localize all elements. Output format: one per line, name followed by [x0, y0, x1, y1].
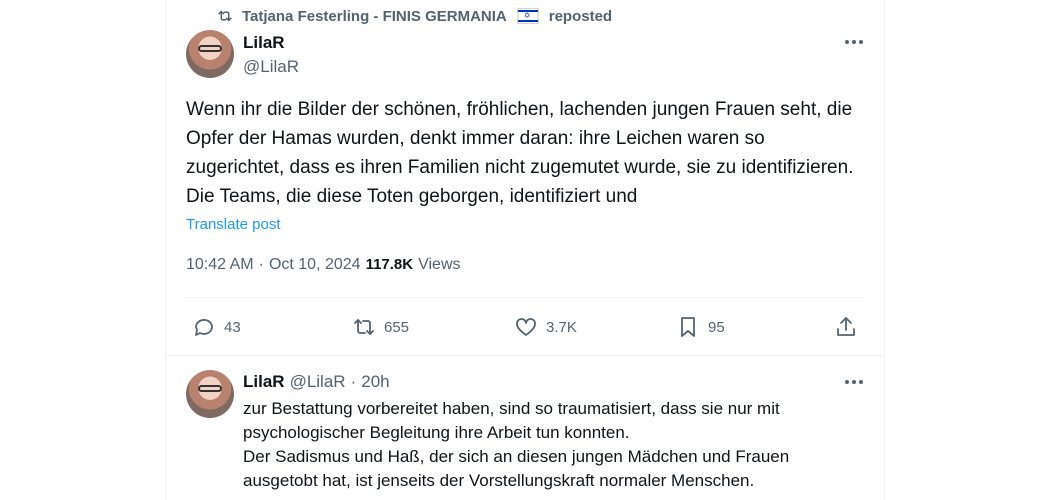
action-bar: 43 655 3.7K 95: [186, 312, 866, 342]
post-metadata: 10:42 AM · Oct 10, 2024 117.8K Views: [186, 256, 461, 274]
reply-author-handle[interactable]: @LilaR: [290, 372, 346, 392]
share-button[interactable]: [834, 312, 858, 342]
reply-button[interactable]: 43: [192, 312, 241, 342]
reply-icon: [195, 319, 213, 336]
post-date[interactable]: Oct 10, 2024: [269, 256, 361, 274]
reply-author-avatar[interactable]: [186, 370, 234, 418]
bookmark-icon: [681, 317, 695, 337]
translate-post-link[interactable]: Translate post: [186, 216, 281, 233]
repost-button[interactable]: 655: [352, 312, 409, 342]
author-avatar[interactable]: [186, 30, 234, 78]
post-time[interactable]: 10:42 AM: [186, 256, 254, 274]
heart-icon: [516, 318, 536, 336]
bookmark-button[interactable]: 95: [676, 312, 725, 342]
reply-count: 43: [224, 318, 241, 336]
meta-separator: ·: [258, 256, 264, 273]
repost-indicator[interactable]: Tatjana Festerling - FINIS GERMANIA ✡ re…: [216, 6, 612, 26]
reply-time[interactable]: 20h: [361, 372, 389, 392]
timeline-column: Tatjana Festerling - FINIS GERMANIA ✡ re…: [165, 0, 885, 500]
more-options-icon[interactable]: [842, 32, 866, 52]
share-icon: [837, 317, 855, 336]
reply-separator: ·: [350, 372, 357, 391]
bookmark-count: 95: [708, 318, 725, 336]
repost-icon: [354, 319, 374, 335]
divider: [186, 297, 866, 298]
repost-icon: [218, 10, 232, 22]
author-handle[interactable]: @LilaR: [243, 57, 299, 77]
repost-suffix: reposted: [548, 7, 613, 25]
author-name[interactable]: LilaR: [243, 33, 285, 53]
views-count: 117.8K: [365, 256, 414, 273]
thread-separator: [166, 355, 884, 356]
israel-flag-icon: ✡: [516, 8, 539, 24]
reply-text: zur Bestattung vorbereitet haben, sind s…: [243, 399, 790, 490]
like-count: 3.7K: [546, 318, 577, 336]
reply-header: LilaR @LilaR · 20h: [243, 372, 390, 392]
views-label: Views: [418, 256, 461, 273]
reply-author-name[interactable]: LilaR: [243, 372, 285, 392]
repost-count: 655: [384, 318, 410, 336]
post-text: Wenn ihr die Bilder der schönen, fröhlic…: [186, 99, 854, 207]
reposter-name[interactable]: Tatjana Festerling - FINIS GERMANIA: [242, 8, 507, 25]
like-button[interactable]: 3.7K: [514, 312, 577, 342]
reply-more-options-icon[interactable]: [842, 372, 866, 392]
